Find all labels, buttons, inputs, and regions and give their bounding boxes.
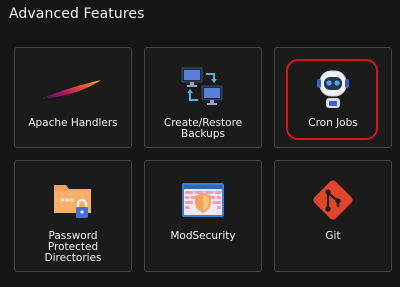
create-restore-backups-tile[interactable]: Create/Restore Backups xyxy=(144,47,262,148)
tile-label: Git xyxy=(325,230,341,242)
shield-firewall-icon xyxy=(182,183,224,217)
apache-feather-icon xyxy=(43,80,101,100)
section-title: Advanced Features xyxy=(9,6,145,22)
tile-label: Password Protected Directories xyxy=(44,230,102,264)
svg-text:***: *** xyxy=(60,197,75,206)
robot-icon xyxy=(317,70,349,108)
apache-handlers-tile[interactable]: Apache Handlers xyxy=(14,47,132,148)
git-tile[interactable]: Git xyxy=(274,160,392,272)
tile-label: Apache Handlers xyxy=(28,117,118,129)
tile-label: Create/Restore Backups xyxy=(163,117,243,140)
tile-label: ModSecurity xyxy=(170,230,236,242)
locked-folder-icon: *** xyxy=(54,185,91,218)
password-protected-directories-tile[interactable]: *** Password Protected Directories xyxy=(14,160,132,272)
modsecurity-tile[interactable]: ModSecurity xyxy=(144,160,262,272)
git-logo-icon xyxy=(313,180,353,220)
backup-monitors-icon xyxy=(181,67,223,105)
tile-label: Cron Jobs xyxy=(308,117,358,129)
cron-jobs-tile[interactable]: Cron Jobs xyxy=(274,47,392,148)
